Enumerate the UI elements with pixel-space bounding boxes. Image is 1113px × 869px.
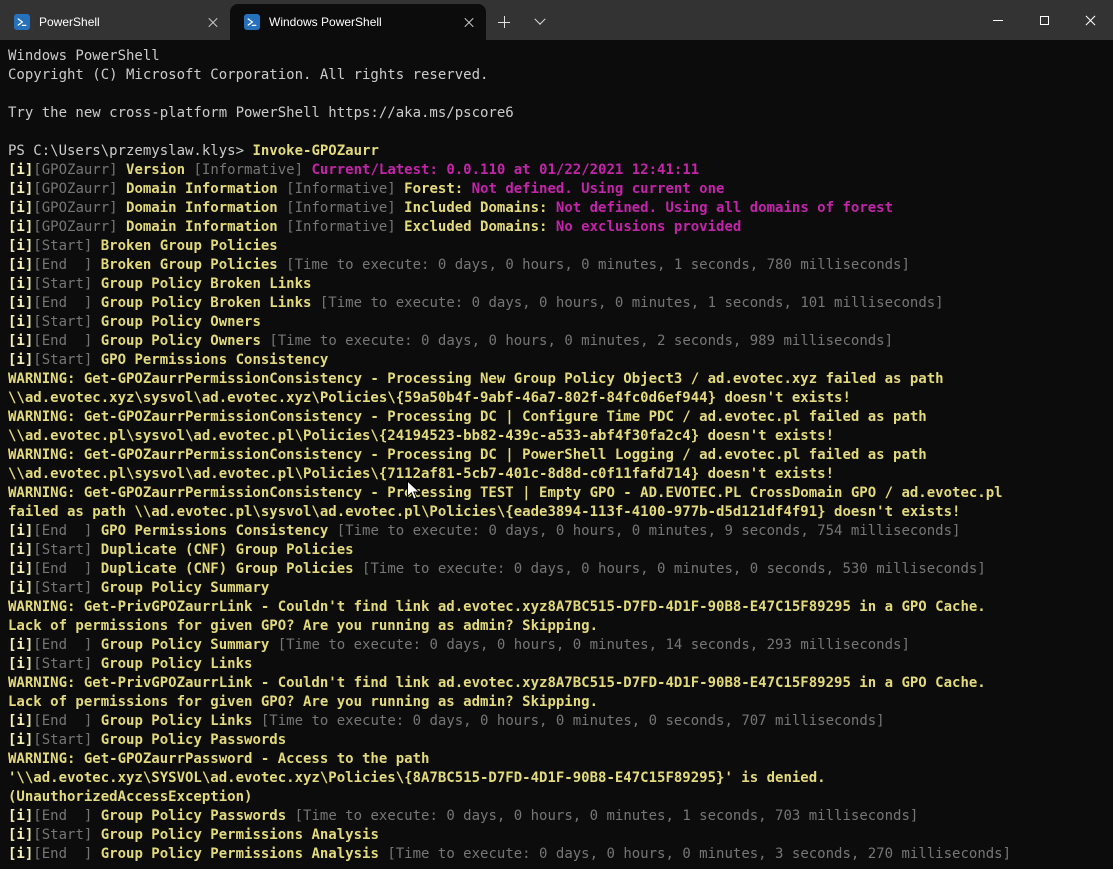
tab-close-icon[interactable] [460,13,478,31]
terminal-line: WARNING: Get-GPOZaurrPermissionConsisten… [8,370,1113,389]
terminal-line: '\\ad.evotec.xyz\SYSVOL\ad.evotec.xyz\Po… [8,769,1113,788]
terminal-line: [i][Start] Duplicate (CNF) Group Policie… [8,541,1113,560]
terminal-line: WARNING: Get-GPOZaurrPermissionConsisten… [8,446,1113,465]
terminal-line: [i][GPOZaurr] Domain Information [Inform… [8,199,1113,218]
terminal-line: [i][End ] Group Policy Owners [Time to e… [8,332,1113,351]
terminal-line: [i][End ] Group Policy Links [Time to ex… [8,712,1113,731]
terminal-output[interactable]: Windows PowerShellCopyright (C) Microsof… [0,40,1113,869]
close-icon [464,17,474,27]
plus-icon [498,16,510,28]
terminal-line: \\ad.evotec.xyz\sysvol\ad.evotec.xyz\Pol… [8,389,1113,408]
window-controls [975,0,1113,40]
terminal-line: [i][Start] Group Policy Broken Links [8,275,1113,294]
terminal-line: WARNING: Get-GPOZaurrPermissionConsisten… [8,408,1113,427]
title-bar-drag-region[interactable] [558,0,975,40]
terminal-line: WARNING: Get-GPOZaurrPassword - Access t… [8,750,1113,769]
powershell-icon [14,14,30,30]
terminal-line: [i][End ] Group Policy Summary [Time to … [8,636,1113,655]
terminal-line: [i][Start] GPO Permissions Consistency [8,351,1113,370]
minimize-button[interactable] [975,0,1021,40]
close-icon [208,17,218,27]
terminal-line: \\ad.evotec.pl\sysvol\ad.evotec.pl\Polic… [8,465,1113,484]
terminal-line [8,123,1113,142]
terminal-line: [i][Start] Group Policy Owners [8,313,1113,332]
terminal-line: [i][Start] Group Policy Passwords [8,731,1113,750]
tab-title: Windows PowerShell [269,15,460,29]
close-window-button[interactable] [1067,0,1113,40]
terminal-line: [i][Start] Broken Group Policies [8,237,1113,256]
terminal-line: Lack of permissions for given GPO? Are y… [8,617,1113,636]
terminal-line: Copyright (C) Microsoft Corporation. All… [8,66,1113,85]
terminal-line: [i][End ] Broken Group Policies [Time to… [8,256,1113,275]
terminal-line: [i][GPOZaurr] Domain Information [Inform… [8,180,1113,199]
terminal-line: Lack of permissions for given GPO? Are y… [8,693,1113,712]
tab-dropdown-button[interactable] [523,7,557,37]
terminal-line: WARNING: Get-PrivGPOZaurrLink - Couldn't… [8,674,1113,693]
terminal-line: (UnauthorizedAccessException) [8,788,1113,807]
tab-bar: PowerShell Windows PowerShell [0,0,1113,40]
terminal-line: [i][Start] Group Policy Links [8,655,1113,674]
terminal-line: failed as path \\ad.evotec.pl\sysvol\ad.… [8,503,1113,522]
tab-close-icon[interactable] [204,13,222,31]
terminal-line: [i][Start] Group Policy Summary [8,579,1113,598]
new-tab-button[interactable] [487,7,521,37]
terminal-line: WARNING: Get-GPOZaurrPermissionConsisten… [8,484,1113,503]
terminal-line: [i][GPOZaurr] Domain Information [Inform… [8,218,1113,237]
minimize-icon [993,20,1003,21]
terminal-line: [i][Start] Group Policy Permissions Anal… [8,826,1113,845]
chevron-down-icon [534,14,545,25]
terminal-line: Windows PowerShell [8,47,1113,66]
tab-title: PowerShell [39,15,204,29]
terminal-line: [i][End ] Group Policy Permissions Analy… [8,845,1113,864]
terminal-line: Try the new cross-platform PowerShell ht… [8,104,1113,123]
powershell-icon [244,14,260,30]
terminal-line: [i][GPOZaurr] Version [Informative] Curr… [8,161,1113,180]
maximize-button[interactable] [1021,0,1067,40]
tab-windows-powershell[interactable]: Windows PowerShell [230,4,486,40]
terminal-line: PS C:\Users\przemyslaw.klys> Invoke-GPOZ… [8,142,1113,161]
terminal-line: WARNING: Get-PrivGPOZaurrLink - Couldn't… [8,598,1113,617]
terminal-line: [i][End ] Group Policy Broken Links [Tim… [8,294,1113,313]
terminal-line: [i][End ] GPO Permissions Consistency [T… [8,522,1113,541]
terminal-line: [i][End ] Group Policy Passwords [Time t… [8,807,1113,826]
close-icon [1085,15,1096,26]
terminal-line: [i][End ] Duplicate (CNF) Group Policies… [8,560,1113,579]
terminal-line [8,85,1113,104]
tab-powershell[interactable]: PowerShell [0,4,230,40]
terminal-line: \\ad.evotec.pl\sysvol\ad.evotec.pl\Polic… [8,427,1113,446]
maximize-icon [1040,16,1049,25]
